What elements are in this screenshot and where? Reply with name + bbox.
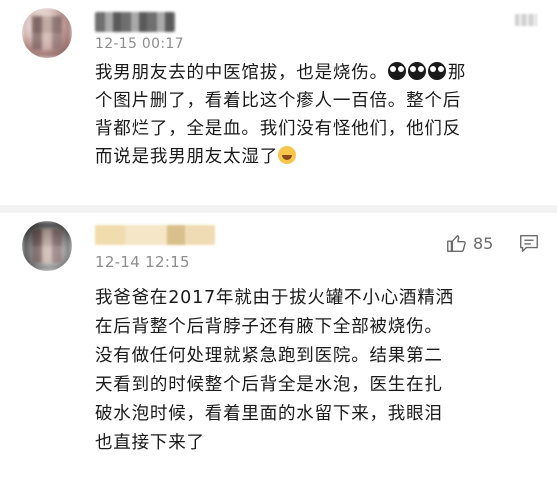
laugh-cry-emoji-icon	[278, 146, 296, 164]
like-count: 85	[473, 233, 494, 253]
comment-line: 破水泡时候，看着里面的水留下来，我眼泪	[95, 404, 443, 424]
comment-timestamp: 12-14 12:15	[95, 253, 190, 271]
sneaky-face-emoji-icon	[407, 62, 426, 80]
avatar[interactable]	[22, 221, 72, 271]
comment-line: 背都烂了，全是血。我们没有怪他们，他们反	[95, 119, 461, 139]
comment-divider	[0, 205, 557, 213]
username-redacted[interactable]	[95, 225, 215, 245]
like-button[interactable]: 85	[445, 232, 493, 254]
comment-body: 我爸爸在2017年就由于拔火罐不小心酒精洒 在后背整个后背脖子还有腋下全部被烧伤…	[95, 284, 535, 458]
comment-line: 也直接下来了	[95, 433, 205, 453]
comment-line: 我爸爸在2017年就由于拔火罐不小心酒精洒	[95, 288, 454, 308]
avatar[interactable]	[22, 8, 72, 58]
comment-line: 没有做任何处理就紧急跑到医院。结果第二	[95, 346, 443, 366]
avatar-mosaic	[32, 229, 62, 263]
comment-line: 而说是我男朋友太湿了	[95, 147, 278, 167]
sneaky-face-emoji-icon	[387, 62, 406, 80]
username-redacted[interactable]	[95, 12, 175, 32]
comment-line: 个图片删了，看着比这个瘆人一百倍。整个后	[95, 91, 461, 111]
comment-line: 那	[447, 63, 467, 83]
avatar-mosaic	[32, 16, 62, 50]
comment-bubble-icon[interactable]	[518, 232, 540, 254]
thumbs-up-icon	[447, 234, 466, 252]
comment-line: 在后背整个后背脖子还有腋下全部被烧伤。	[95, 317, 443, 337]
comment-body: 我男朋友去的中医馆拔，也是烧伤。 那 个图片删了，看着比这个瘆人一百倍。整个后 背…	[95, 59, 535, 171]
comment-line: 我男朋友去的中医馆拔，也是烧伤。	[95, 63, 388, 83]
comment-timestamp: 12-15 00:17	[95, 36, 184, 52]
comment-item: 12-15 00:17 我男朋友去的中医馆拔，也是烧伤。 那 个图片删了，看着比这…	[0, 0, 557, 205]
redacted-mark	[515, 14, 537, 26]
sneaky-face-emoji-icon	[427, 62, 446, 80]
comment-line: 天看到的时候整个后背全是水泡，医生在扎	[95, 375, 443, 395]
